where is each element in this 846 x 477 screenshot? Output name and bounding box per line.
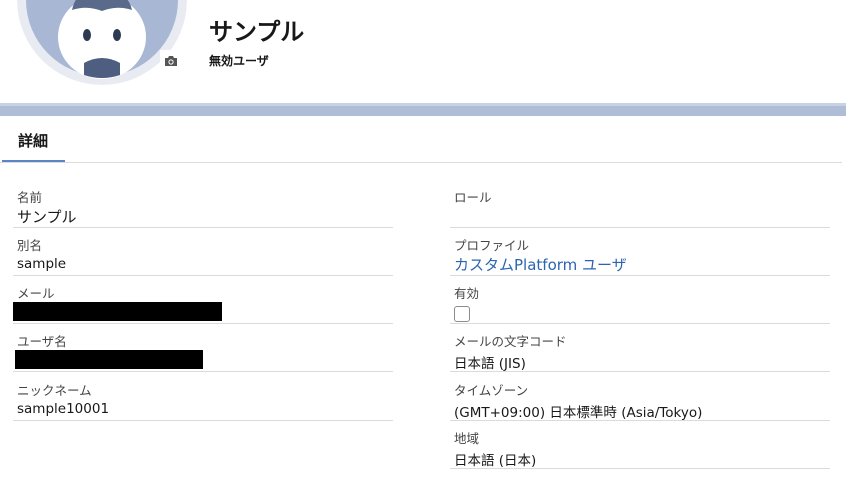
active-checkbox[interactable] bbox=[454, 306, 470, 322]
field-nickname-label: ニックネーム bbox=[17, 383, 92, 398]
username-redacted-block bbox=[15, 350, 203, 369]
field-email-encoding: メールの文字コード 日本語 (JIS) bbox=[450, 324, 830, 372]
field-nickname-value: sample10001 bbox=[17, 401, 110, 417]
profile-link[interactable]: カスタムPlatform ユーザ bbox=[454, 254, 627, 275]
user-status-subtitle: 無効ユーザ bbox=[209, 54, 269, 68]
field-nickname: ニックネーム sample10001 bbox=[13, 373, 393, 421]
field-username-label: ユーザ名 bbox=[17, 334, 67, 349]
tab-bar: 詳細 bbox=[0, 116, 846, 163]
field-profile: プロファイル カスタムPlatform ユーザ bbox=[450, 228, 830, 276]
header-band bbox=[0, 103, 846, 116]
field-timezone-label: タイムゾーン bbox=[454, 383, 529, 398]
field-profile-label: プロファイル bbox=[454, 238, 530, 253]
field-role-label: ロール bbox=[454, 190, 492, 205]
field-alias-value: sample bbox=[17, 256, 67, 272]
page-title: サンプル bbox=[209, 18, 305, 46]
field-username: ユーザ名 bbox=[13, 324, 393, 372]
field-email: メール bbox=[13, 276, 393, 324]
camera-icon[interactable] bbox=[160, 50, 182, 72]
field-email-encoding-value: 日本語 (JIS) bbox=[454, 356, 526, 372]
field-active-label: 有効 bbox=[454, 286, 480, 301]
tab-details[interactable]: 詳細 bbox=[2, 116, 65, 163]
field-alias-label: 別名 bbox=[17, 238, 43, 253]
profile-header: サンプル 無効ユーザ bbox=[0, 0, 846, 103]
field-locale: 地域 日本語 (日本) bbox=[450, 421, 830, 469]
field-active: 有効 bbox=[450, 276, 830, 324]
field-timezone-value: (GMT+09:00) 日本標準時 (Asia/Tokyo) bbox=[454, 405, 703, 421]
user-avatar-icon[interactable] bbox=[17, 0, 187, 85]
avatar-container bbox=[17, 0, 187, 85]
field-name-label: 名前 bbox=[17, 190, 43, 205]
field-role: ロール bbox=[450, 180, 830, 228]
field-timezone: タイムゾーン (GMT+09:00) 日本標準時 (Asia/Tokyo) bbox=[450, 373, 830, 421]
field-email-encoding-label: メールの文字コード bbox=[454, 334, 567, 349]
email-redacted-block bbox=[13, 302, 222, 321]
tab-details-label: 詳細 bbox=[18, 132, 49, 150]
field-locale-label: 地域 bbox=[454, 431, 480, 446]
field-name-value: サンプル bbox=[17, 208, 77, 226]
field-alias: 別名 sample bbox=[13, 228, 393, 276]
field-email-label: メール bbox=[17, 286, 55, 301]
tabs-divider bbox=[0, 162, 842, 163]
field-name: 名前 サンプル bbox=[13, 180, 393, 228]
field-locale-value: 日本語 (日本) bbox=[454, 453, 537, 469]
